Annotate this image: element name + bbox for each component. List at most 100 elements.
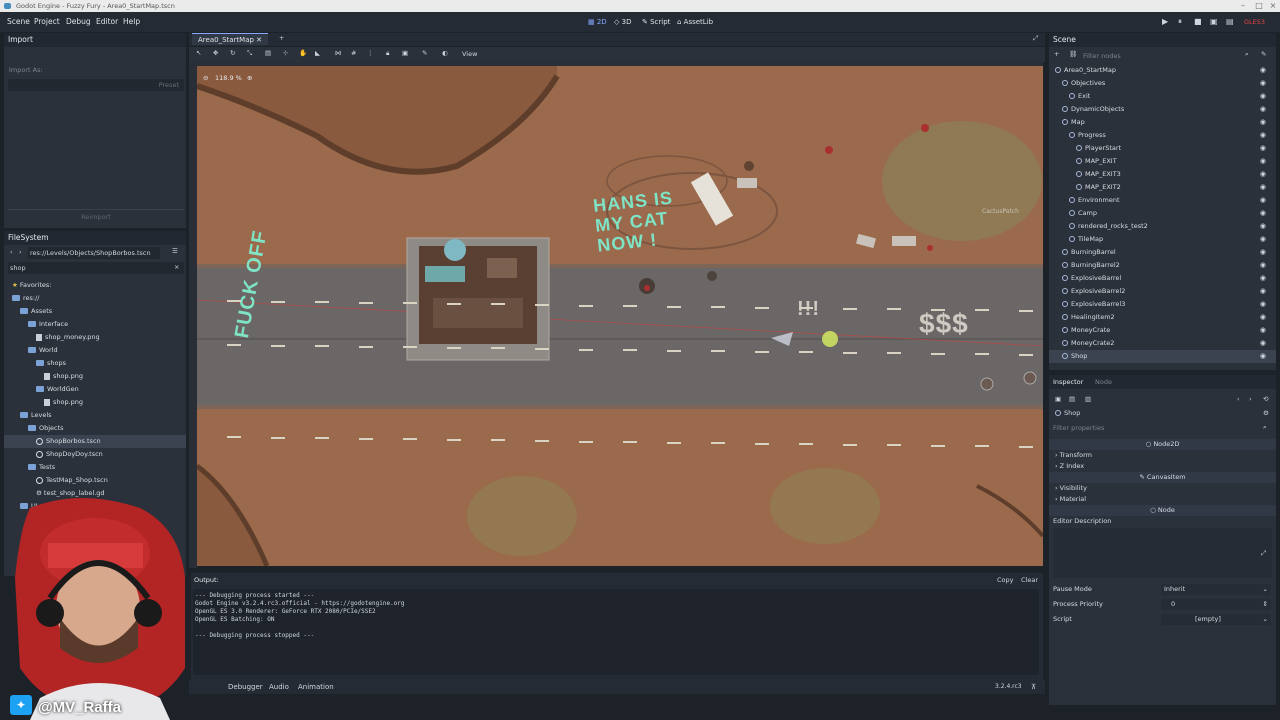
section-transform[interactable]: › Transform <box>1055 450 1092 461</box>
workspace-script[interactable]: ✎ Script <box>642 12 670 32</box>
visibility-eye-icon[interactable]: ◉ <box>1260 90 1266 103</box>
filesystem-item[interactable]: ★ Favorites: <box>4 279 186 292</box>
scene-node-row[interactable]: BurningBarrel ◉ <box>1049 246 1276 259</box>
visibility-eye-icon[interactable]: ◉ <box>1260 64 1266 77</box>
scene-node-row[interactable]: MAP_EXIT3 ◉ <box>1049 168 1276 181</box>
pause-icon[interactable]: ⏸ <box>1178 12 1182 32</box>
visibility-eye-icon[interactable]: ◉ <box>1260 103 1266 116</box>
scene-dock-title[interactable]: Scene <box>1049 33 1276 47</box>
visibility-eye-icon[interactable]: ◉ <box>1260 129 1266 142</box>
filesystem-item[interactable]: shop_money.png <box>4 331 186 344</box>
select-tool-icon[interactable]: ↖ <box>196 49 201 57</box>
filesystem-filter-input[interactable]: shop <box>8 262 184 274</box>
history-icon[interactable]: ⟲ <box>1263 395 1268 403</box>
distraction-free-icon[interactable]: ⤢ <box>1033 34 1038 43</box>
forward-icon[interactable]: › <box>19 248 22 256</box>
skeleton-icon[interactable]: ✎ <box>422 49 427 57</box>
visibility-eye-icon[interactable]: ◉ <box>1260 220 1266 233</box>
filesystem-dock-title[interactable]: FileSystem <box>4 231 186 245</box>
filesystem-item[interactable]: Levels <box>4 409 186 422</box>
tab-area0-startmap[interactable]: Area0_StartMap ✕ <box>192 33 269 45</box>
filesystem-item[interactable]: shops <box>4 357 186 370</box>
filter-nodes-input[interactable]: Filter nodes <box>1083 50 1243 62</box>
group-icon[interactable]: ▣ <box>402 49 408 57</box>
load-resource-icon[interactable]: ▤ <box>1069 395 1075 403</box>
scene-node-row[interactable]: DynamicObjects ◉ <box>1049 103 1276 116</box>
filesystem-item[interactable]: Tests <box>4 461 186 474</box>
visibility-eye-icon[interactable]: ◉ <box>1260 337 1266 350</box>
visibility-eye-icon[interactable]: ◉ <box>1260 181 1266 194</box>
lock-icon[interactable]: 🔒︎ <box>386 49 389 58</box>
visibility-eye-icon[interactable]: ◉ <box>1260 233 1266 246</box>
visibility-eye-icon[interactable]: ◉ <box>1260 246 1266 259</box>
filesystem-item[interactable]: ShopDoyDoy.tscn <box>4 448 186 461</box>
reimport-button[interactable]: Reimport <box>8 211 184 224</box>
scene-node-row[interactable]: Environment ◉ <box>1049 194 1276 207</box>
back-icon[interactable]: ‹ <box>10 248 13 256</box>
scene-node-row[interactable]: TileMap ◉ <box>1049 233 1276 246</box>
canvas-viewport[interactable]: ⊖ 118.9 % ⊕ HANS IS MY CAT NOW ! FUCK OF… <box>197 66 1043 566</box>
clear-button[interactable]: Clear <box>1021 576 1038 584</box>
scene-node-row[interactable]: MAP_EXIT2 ◉ <box>1049 181 1276 194</box>
tab-inspector[interactable]: Inspector <box>1053 378 1083 386</box>
filesystem-item[interactable]: shop.png <box>4 396 186 409</box>
visibility-eye-icon[interactable]: ◉ <box>1260 77 1266 90</box>
scene-node-row[interactable]: ExplosiveBarrel2 ◉ <box>1049 285 1276 298</box>
visibility-eye-icon[interactable]: ◉ <box>1260 259 1266 272</box>
visibility-eye-icon[interactable]: ◉ <box>1260 116 1266 129</box>
filesystem-item[interactable]: Interface <box>4 318 186 331</box>
scene-node-row[interactable]: MAP_EXIT ◉ <box>1049 155 1276 168</box>
renderer-label[interactable]: GLES3 <box>1244 12 1265 32</box>
pause-mode-select[interactable]: Inherit ⌄ <box>1161 584 1271 595</box>
workspace-assetlib[interactable]: ⌂ AssetLib <box>677 12 713 32</box>
pan-tool-icon[interactable]: ✋ <box>299 49 307 57</box>
add-tab-icon[interactable]: + <box>279 34 284 42</box>
smart-snap-icon[interactable]: ⋈ <box>335 49 342 57</box>
visibility-eye-icon[interactable]: ◉ <box>1260 324 1266 337</box>
import-dock-title[interactable]: Import <box>4 33 186 47</box>
pivot-tool-icon[interactable]: ⊹ <box>283 49 288 57</box>
visibility-eye-icon[interactable]: ◉ <box>1260 298 1266 311</box>
tab-node[interactable]: Node <box>1095 378 1112 386</box>
play-scene-icon[interactable]: ▣ <box>1210 12 1218 32</box>
scene-node-row[interactable]: MoneyCrate ◉ <box>1049 324 1276 337</box>
snap-options-icon[interactable]: ⋮ <box>367 49 374 57</box>
tab-audio[interactable]: Audio <box>269 681 289 693</box>
visibility-eye-icon[interactable]: ◉ <box>1260 194 1266 207</box>
ruler-tool-icon[interactable]: ◣ <box>315 49 320 57</box>
visibility-eye-icon[interactable]: ◉ <box>1260 350 1266 363</box>
object-properties-icon[interactable]: ⚙ <box>1263 409 1269 417</box>
scene-node-row[interactable]: Area0_StartMap ◉ <box>1049 64 1276 77</box>
menu-help[interactable]: Help <box>123 12 140 32</box>
filesystem-path-field[interactable]: res://Levels/Objects/ShopBorbos.tscn <box>28 247 160 259</box>
minimize-button[interactable]: – <box>1236 0 1250 12</box>
visibility-eye-icon[interactable]: ◉ <box>1260 285 1266 298</box>
rotate-tool-icon[interactable]: ↻ <box>230 49 235 57</box>
instance-scene-icon[interactable]: ⛓ <box>1069 50 1077 58</box>
scene-node-row[interactable]: Camp ◉ <box>1049 207 1276 220</box>
scene-node-row[interactable]: MoneyCrate2 ◉ <box>1049 337 1276 350</box>
history-forward-icon[interactable]: › <box>1249 395 1252 403</box>
menu-scene[interactable]: Scene <box>7 12 30 32</box>
script-resource-picker[interactable]: [empty] ⌄ <box>1161 614 1271 625</box>
attach-script-icon[interactable]: ✎ <box>1261 50 1266 58</box>
scene-node-row[interactable]: Progress ◉ <box>1049 129 1276 142</box>
clear-filter-icon[interactable]: × <box>174 263 179 271</box>
copy-button[interactable]: Copy <box>997 576 1014 584</box>
output-log[interactable]: --- Debugging process started --- Godot … <box>193 589 1039 675</box>
scene-node-row[interactable]: PlayerStart ◉ <box>1049 142 1276 155</box>
filesystem-item[interactable]: World <box>4 344 186 357</box>
filesystem-item[interactable]: res:// <box>4 292 186 305</box>
move-tool-icon[interactable]: ✥ <box>213 49 218 57</box>
view-menu[interactable]: View <box>462 50 477 58</box>
create-resource-icon[interactable]: ▣ <box>1055 395 1061 403</box>
search-icon[interactable]: ⌕ <box>1245 50 1249 59</box>
expand-editor-icon[interactable]: ⤢ <box>1261 549 1266 558</box>
scene-node-row[interactable]: HealingItem2 ◉ <box>1049 311 1276 324</box>
tab-animation[interactable]: Animation <box>298 681 334 693</box>
filesystem-item[interactable]: shop.png <box>4 370 186 383</box>
section-material[interactable]: › Material <box>1055 494 1086 505</box>
scene-node-row[interactable]: rendered_rocks_test2 ◉ <box>1049 220 1276 233</box>
close-window-button[interactable]: × <box>1266 0 1280 12</box>
maximize-button[interactable]: □ <box>1252 0 1266 12</box>
